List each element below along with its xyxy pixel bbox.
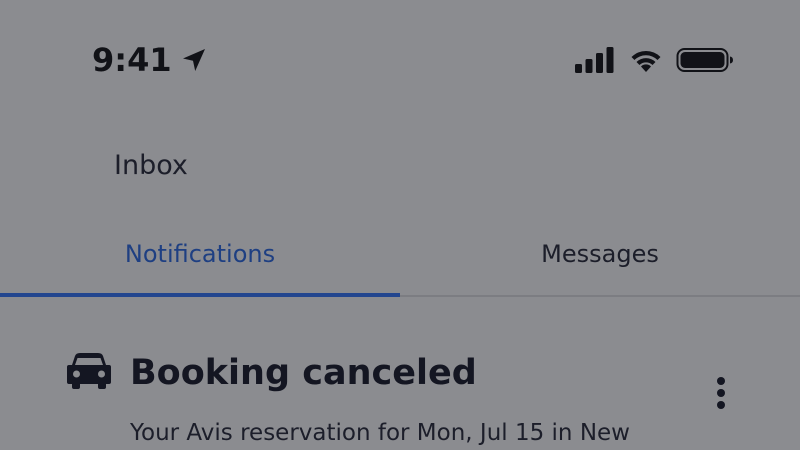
tab-notifications[interactable]: Notifications — [0, 225, 400, 297]
cellular-signal-icon — [574, 46, 616, 74]
battery-icon — [676, 46, 734, 74]
tab-bar: Notifications Messages — [0, 225, 800, 297]
location-arrow-icon — [180, 46, 208, 74]
time-group: 9:41 — [92, 40, 208, 80]
notification-body: Your Avis reservation for Mon, Jul 15 in… — [130, 420, 630, 446]
status-icons — [574, 44, 734, 76]
notification-title: Booking canceled — [130, 353, 477, 393]
tab-messages[interactable]: Messages — [400, 225, 800, 295]
car-icon — [66, 350, 112, 390]
status-time: 9:41 — [92, 41, 172, 79]
page-title: Inbox — [114, 150, 188, 181]
more-options-icon[interactable] — [706, 374, 736, 414]
status-bar: 9:41 — [0, 0, 800, 110]
wifi-icon — [628, 46, 664, 74]
notification-item[interactable]: Booking canceled Your Avis reservation f… — [0, 298, 800, 450]
